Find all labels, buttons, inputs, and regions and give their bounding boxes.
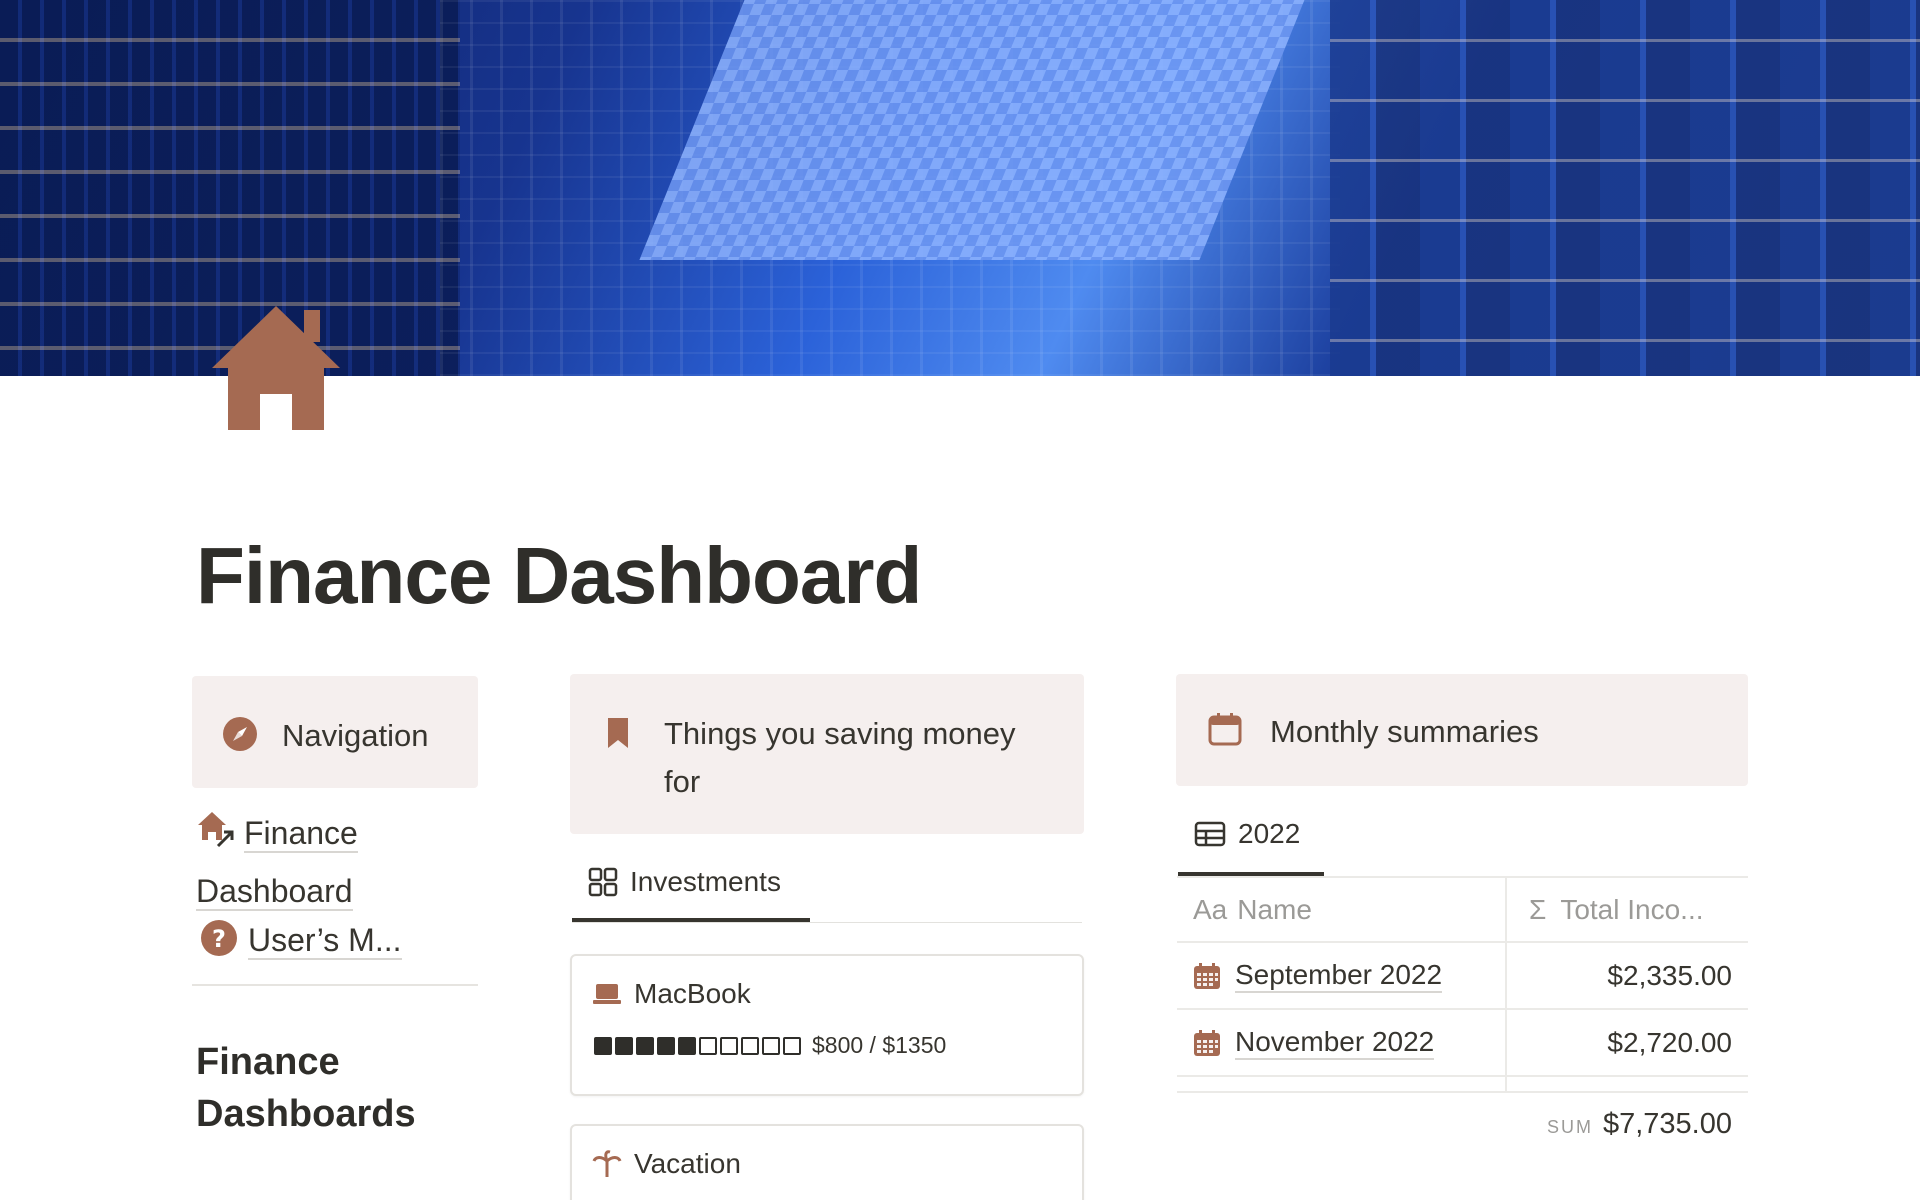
column-header-total-income[interactable]: Σ Total Inco... <box>1507 878 1748 941</box>
sigma-icon: Σ <box>1529 893 1547 925</box>
laptop-icon <box>592 982 622 1006</box>
table-header: Aa Name Σ Total Inco... <box>1177 876 1748 943</box>
progress-block <box>783 1036 801 1055</box>
column-sum[interactable]: SUM $7,735.00 <box>1547 1108 1732 1141</box>
card-title: Vacation <box>634 1148 741 1179</box>
row-total: $2,335.00 <box>1607 959 1732 991</box>
gallery-icon <box>588 867 618 897</box>
progress-block <box>657 1036 675 1055</box>
card-title: MacBook <box>634 978 751 1009</box>
column-header-name[interactable]: Aa Name <box>1177 878 1507 941</box>
compass-icon <box>222 716 258 757</box>
table-row-partial <box>1177 1077 1748 1093</box>
progress-block <box>594 1036 612 1055</box>
bookmark-icon <box>606 716 630 755</box>
column-label: Name <box>1237 893 1312 925</box>
progress-block <box>636 1036 654 1055</box>
row-total: $2,720.00 <box>1607 1026 1732 1058</box>
cover-right-lights <box>1330 0 1920 376</box>
sum-label: SUM <box>1546 1117 1593 1137</box>
navigation-callout: Navigation <box>192 676 478 788</box>
palm-icon <box>592 1149 622 1179</box>
tab-label: Investments <box>630 866 781 897</box>
nav-link-label: Finance <box>244 815 358 853</box>
row-name[interactable]: September 2022 <box>1235 959 1443 993</box>
monthly-callout: Monthly summaries <box>1176 674 1748 786</box>
progress-block <box>699 1036 717 1055</box>
monthly-heading: Monthly summaries <box>1270 714 1539 749</box>
gallery-card-macbook[interactable]: MacBook $800 / $1350 <box>570 954 1084 1096</box>
progress-blocks <box>594 1036 804 1055</box>
finance-dashboards-heading: Finance Dashboards <box>196 1041 416 1135</box>
monthly-table: Aa Name Σ Total Inco... September 2022 $… <box>1177 876 1748 1093</box>
tab-label: 2022 <box>1238 818 1301 849</box>
calendar-icon <box>1208 712 1242 751</box>
nav-link-users-manual[interactable]: ? User’s M... <box>200 918 402 968</box>
nav-link-label: User’s M... <box>248 922 402 960</box>
svg-text:?: ? <box>212 925 226 953</box>
table-icon <box>1194 821 1226 847</box>
savings-heading-line2: for <box>664 764 701 799</box>
progress-block <box>741 1036 759 1055</box>
savings-progress: $800 / $1350 <box>594 1032 946 1059</box>
page-title: Finance Dashboard <box>196 531 922 620</box>
progress-text: $800 / $1350 <box>812 1032 947 1058</box>
progress-block <box>762 1036 780 1055</box>
calendar-grid-icon <box>1193 1029 1221 1057</box>
sum-value: $7,735.00 <box>1602 1108 1732 1140</box>
row-name[interactable]: November 2022 <box>1235 1026 1435 1060</box>
progress-block <box>678 1036 696 1055</box>
navigation-divider <box>192 984 478 986</box>
progress-block <box>720 1036 738 1055</box>
question-circle-icon: ? <box>200 919 238 968</box>
navigation-heading: Navigation <box>282 718 429 753</box>
table-row[interactable]: September 2022 $2,335.00 <box>1177 943 1748 1010</box>
tab-bar-line <box>572 922 1082 923</box>
house-arrow-icon <box>196 810 236 864</box>
savings-heading-line1: Things you saving money <box>664 716 1016 751</box>
calendar-grid-icon <box>1193 962 1221 990</box>
savings-callout: Things you saving money for <box>570 674 1084 834</box>
nav-link-finance-dashboard[interactable]: Finance Dashboard <box>196 806 496 918</box>
house-icon[interactable] <box>208 302 344 432</box>
text-prop-icon: Aa <box>1193 893 1228 925</box>
table-row[interactable]: November 2022 $2,720.00 <box>1177 1010 1748 1077</box>
tab-2022[interactable]: 2022 <box>1194 818 1300 850</box>
tab-investments[interactable]: Investments <box>588 866 781 898</box>
column-label: Total Inco... <box>1560 893 1704 925</box>
nav-link-label-line2: Dashboard <box>196 873 353 911</box>
progress-block <box>615 1036 633 1055</box>
gallery-card-vacation[interactable]: Vacation <box>570 1124 1084 1200</box>
